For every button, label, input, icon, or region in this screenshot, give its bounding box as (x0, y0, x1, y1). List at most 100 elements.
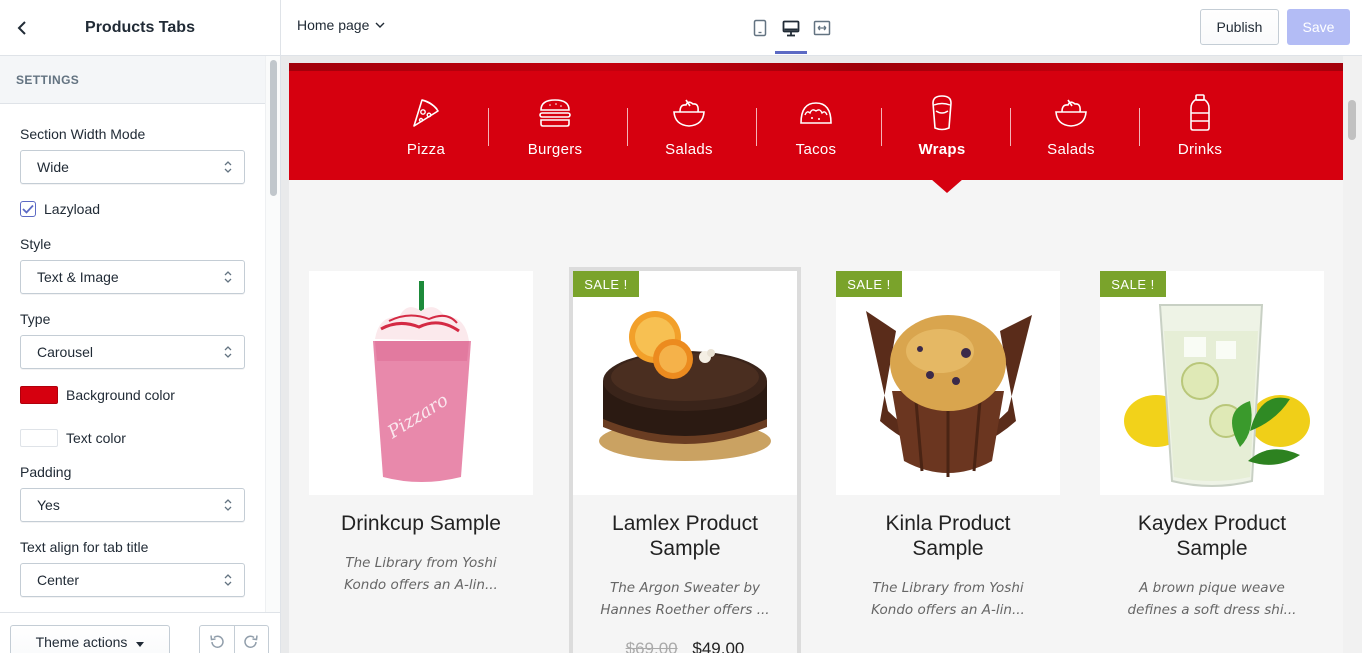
product-image[interactable]: SALE ! (1100, 271, 1324, 495)
original-price: $69.00 (625, 639, 678, 653)
tab-pizza[interactable]: Pizza (366, 93, 486, 158)
width-mode-value: Wide (37, 159, 69, 175)
padding-select[interactable]: Yes (20, 488, 245, 522)
sidebar-footer: Theme actions (0, 612, 280, 653)
tab-tacos[interactable]: Tacos (756, 93, 876, 158)
back-button[interactable] (10, 16, 34, 40)
publish-button[interactable]: Publish (1200, 9, 1279, 45)
tab-drinks[interactable]: Drinks (1140, 93, 1260, 158)
undo-button[interactable] (200, 626, 234, 653)
product-image[interactable]: Pizzaro (309, 271, 533, 495)
sidebar-scrollbar[interactable] (265, 56, 280, 612)
product-tabs-bar: Pizza Burgers Salads Tacos Wraps Salads … (289, 63, 1343, 180)
product-title[interactable]: Kinla Product Sample (836, 511, 1060, 561)
wrap-icon (882, 93, 1002, 133)
chevron-down-icon (375, 22, 385, 28)
pizza-icon (366, 93, 486, 133)
tab-separator (627, 108, 628, 146)
drink-icon (1140, 93, 1260, 133)
padding-value: Yes (37, 497, 60, 513)
background-color-picker[interactable]: Background color (20, 386, 175, 404)
theme-actions-label: Theme actions (35, 634, 128, 650)
fullscreen-view-button[interactable] (808, 14, 836, 42)
product-card[interactable]: Pizzaro Drinkcup Sample The Library from… (309, 271, 533, 653)
lemonade-image (1124, 304, 1310, 487)
tab-label: Salads (665, 141, 713, 158)
width-mode-label: Section Width Mode (20, 126, 146, 142)
tab-label: Tacos (795, 141, 837, 158)
text-align-value: Center (37, 572, 80, 588)
background-color-swatch[interactable] (20, 386, 58, 404)
redo-icon (244, 635, 259, 648)
redo-button[interactable] (233, 626, 268, 653)
product-card[interactable]: SALE ! Lamlex Product Sample The Argon S… (569, 267, 801, 653)
select-caret-icon (224, 346, 232, 358)
desktop-view-button[interactable] (777, 14, 805, 42)
select-caret-icon (224, 271, 232, 283)
milkshake-image: Pizzaro (373, 281, 471, 482)
type-value: Carousel (37, 344, 94, 360)
product-title[interactable]: Lamlex Product Sample (573, 511, 797, 561)
desktop-icon (782, 20, 800, 36)
tab-label: Burgers (527, 141, 583, 158)
sidebar-scrollbar-thumb[interactable] (270, 60, 277, 196)
sale-badge: SALE ! (573, 271, 639, 297)
chevron-left-icon (17, 21, 26, 35)
text-color-swatch[interactable] (20, 429, 58, 447)
theme-actions-button[interactable]: Theme actions (10, 625, 170, 653)
cake-image (599, 311, 771, 461)
page-selector[interactable]: Home page (297, 17, 385, 33)
banner-edge (289, 63, 1343, 71)
settings-form: Section Width Mode Wide Lazyload Style T… (0, 104, 265, 612)
sale-badge: SALE ! (1100, 271, 1166, 297)
product-title[interactable]: Drinkcup Sample (309, 511, 533, 536)
type-select[interactable]: Carousel (20, 335, 245, 369)
checkmark-icon (22, 204, 34, 214)
text-color-picker[interactable]: Text color (20, 429, 126, 447)
settings-heading: SETTINGS (0, 56, 280, 104)
muffin-image (866, 311, 1032, 477)
tab-burgers[interactable]: Burgers (495, 93, 615, 158)
product-price: $69.00 $49.00 (573, 639, 797, 653)
product-card[interactable]: SALE ! Kinla Product Sample The Library … (836, 271, 1060, 653)
select-caret-icon (224, 574, 232, 586)
product-card[interactable]: SALE ! Kaydex Product Sample A brown piq… (1100, 271, 1324, 653)
checkbox-box[interactable] (20, 201, 36, 217)
type-label: Type (20, 311, 51, 327)
tab-salads-2[interactable]: Salads (1011, 93, 1131, 158)
tab-separator (488, 108, 489, 146)
product-title[interactable]: Kaydex Product Sample (1100, 511, 1324, 561)
width-mode-select[interactable]: Wide (20, 150, 245, 184)
background-color-label: Background color (66, 387, 175, 403)
fullscreen-icon (813, 20, 831, 36)
style-value: Text & Image (37, 269, 119, 285)
text-align-select[interactable]: Center (20, 563, 245, 597)
salad-icon (629, 93, 749, 133)
product-description: The Argon Sweater by Hannes Roether offe… (600, 580, 770, 618)
sidebar-header: Products Tabs (0, 0, 280, 56)
lazyload-checkbox[interactable]: Lazyload (20, 201, 100, 217)
mobile-view-button[interactable] (746, 14, 774, 42)
select-caret-icon (224, 499, 232, 511)
style-label: Style (20, 236, 52, 252)
preview-scrollbar[interactable] (1343, 56, 1362, 653)
settings-sidebar: Products Tabs SETTINGS Section Width Mod… (0, 0, 281, 653)
editor-topbar: Home page Publish Save (281, 0, 1362, 56)
tab-wraps[interactable]: Wraps (882, 93, 1002, 158)
product-image[interactable]: SALE ! (836, 271, 1060, 495)
sale-badge: SALE ! (836, 271, 902, 297)
caret-down-icon (136, 641, 145, 647)
product-image[interactable]: SALE ! (573, 271, 797, 495)
preview-scrollbar-thumb[interactable] (1348, 100, 1356, 140)
active-tab-pointer (931, 179, 963, 193)
undo-icon (210, 635, 224, 648)
tab-salads[interactable]: Salads (629, 93, 749, 158)
save-button[interactable]: Save (1287, 9, 1350, 45)
tab-label: Wraps (918, 141, 966, 158)
tab-label: Drinks (1177, 141, 1223, 158)
preview-canvas: Pizza Burgers Salads Tacos Wraps Salads … (289, 63, 1343, 653)
text-align-label: Text align for tab title (20, 539, 149, 555)
style-select[interactable]: Text & Image (20, 260, 245, 294)
text-color-label: Text color (66, 430, 126, 446)
active-device-indicator (775, 51, 807, 54)
